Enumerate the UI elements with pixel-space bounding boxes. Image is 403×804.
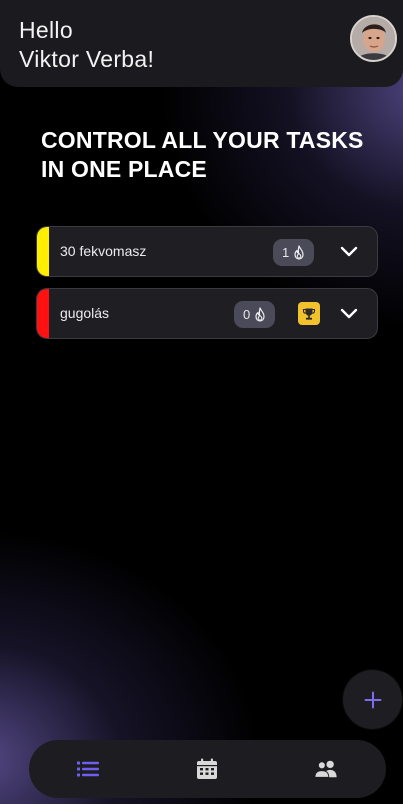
headline-line-1: CONTROL ALL YOUR TASKS	[41, 127, 364, 153]
avatar[interactable]	[350, 15, 397, 62]
page-headline: CONTROL ALL YOUR TASKS IN ONE PLACE	[41, 126, 381, 184]
expand-button[interactable]	[339, 242, 359, 262]
task-card[interactable]: 30 fekvomasz 1	[36, 226, 378, 277]
nav-tasks[interactable]	[76, 757, 100, 781]
chevron-down-icon	[340, 308, 358, 319]
calendar-icon	[197, 758, 217, 779]
task-card[interactable]: gugolás 0	[36, 288, 378, 339]
greeting-username: Viktor Verba!	[19, 46, 155, 72]
task-color-stripe	[37, 289, 49, 338]
list-icon	[77, 761, 99, 777]
flame-icon	[255, 307, 265, 322]
bottom-navigation	[29, 740, 386, 798]
user-avatar-icon	[352, 17, 395, 60]
chevron-down-icon	[340, 246, 358, 257]
streak-badge: 0	[234, 301, 276, 328]
nav-friends[interactable]	[314, 757, 338, 781]
trophy-icon	[302, 308, 316, 320]
streak-count: 0	[243, 307, 251, 322]
greeting: Hello Viktor Verba!	[19, 16, 154, 74]
task-color-stripe	[37, 227, 49, 276]
background-gradient	[0, 0, 403, 804]
task-name: 30 fekvomasz	[60, 243, 147, 259]
nav-calendar[interactable]	[195, 757, 219, 781]
add-task-button[interactable]	[343, 670, 402, 729]
users-icon	[314, 760, 337, 778]
expand-button[interactable]	[339, 304, 359, 324]
task-name: gugolás	[60, 305, 110, 321]
headline-line-2: IN ONE PLACE	[41, 156, 207, 182]
flame-icon	[294, 245, 304, 260]
trophy-badge	[298, 302, 320, 325]
streak-count: 1	[282, 245, 290, 260]
streak-badge: 1	[273, 239, 315, 266]
plus-icon	[364, 691, 381, 708]
greeting-hello: Hello	[19, 17, 73, 43]
app-header: Hello Viktor Verba!	[0, 0, 403, 87]
